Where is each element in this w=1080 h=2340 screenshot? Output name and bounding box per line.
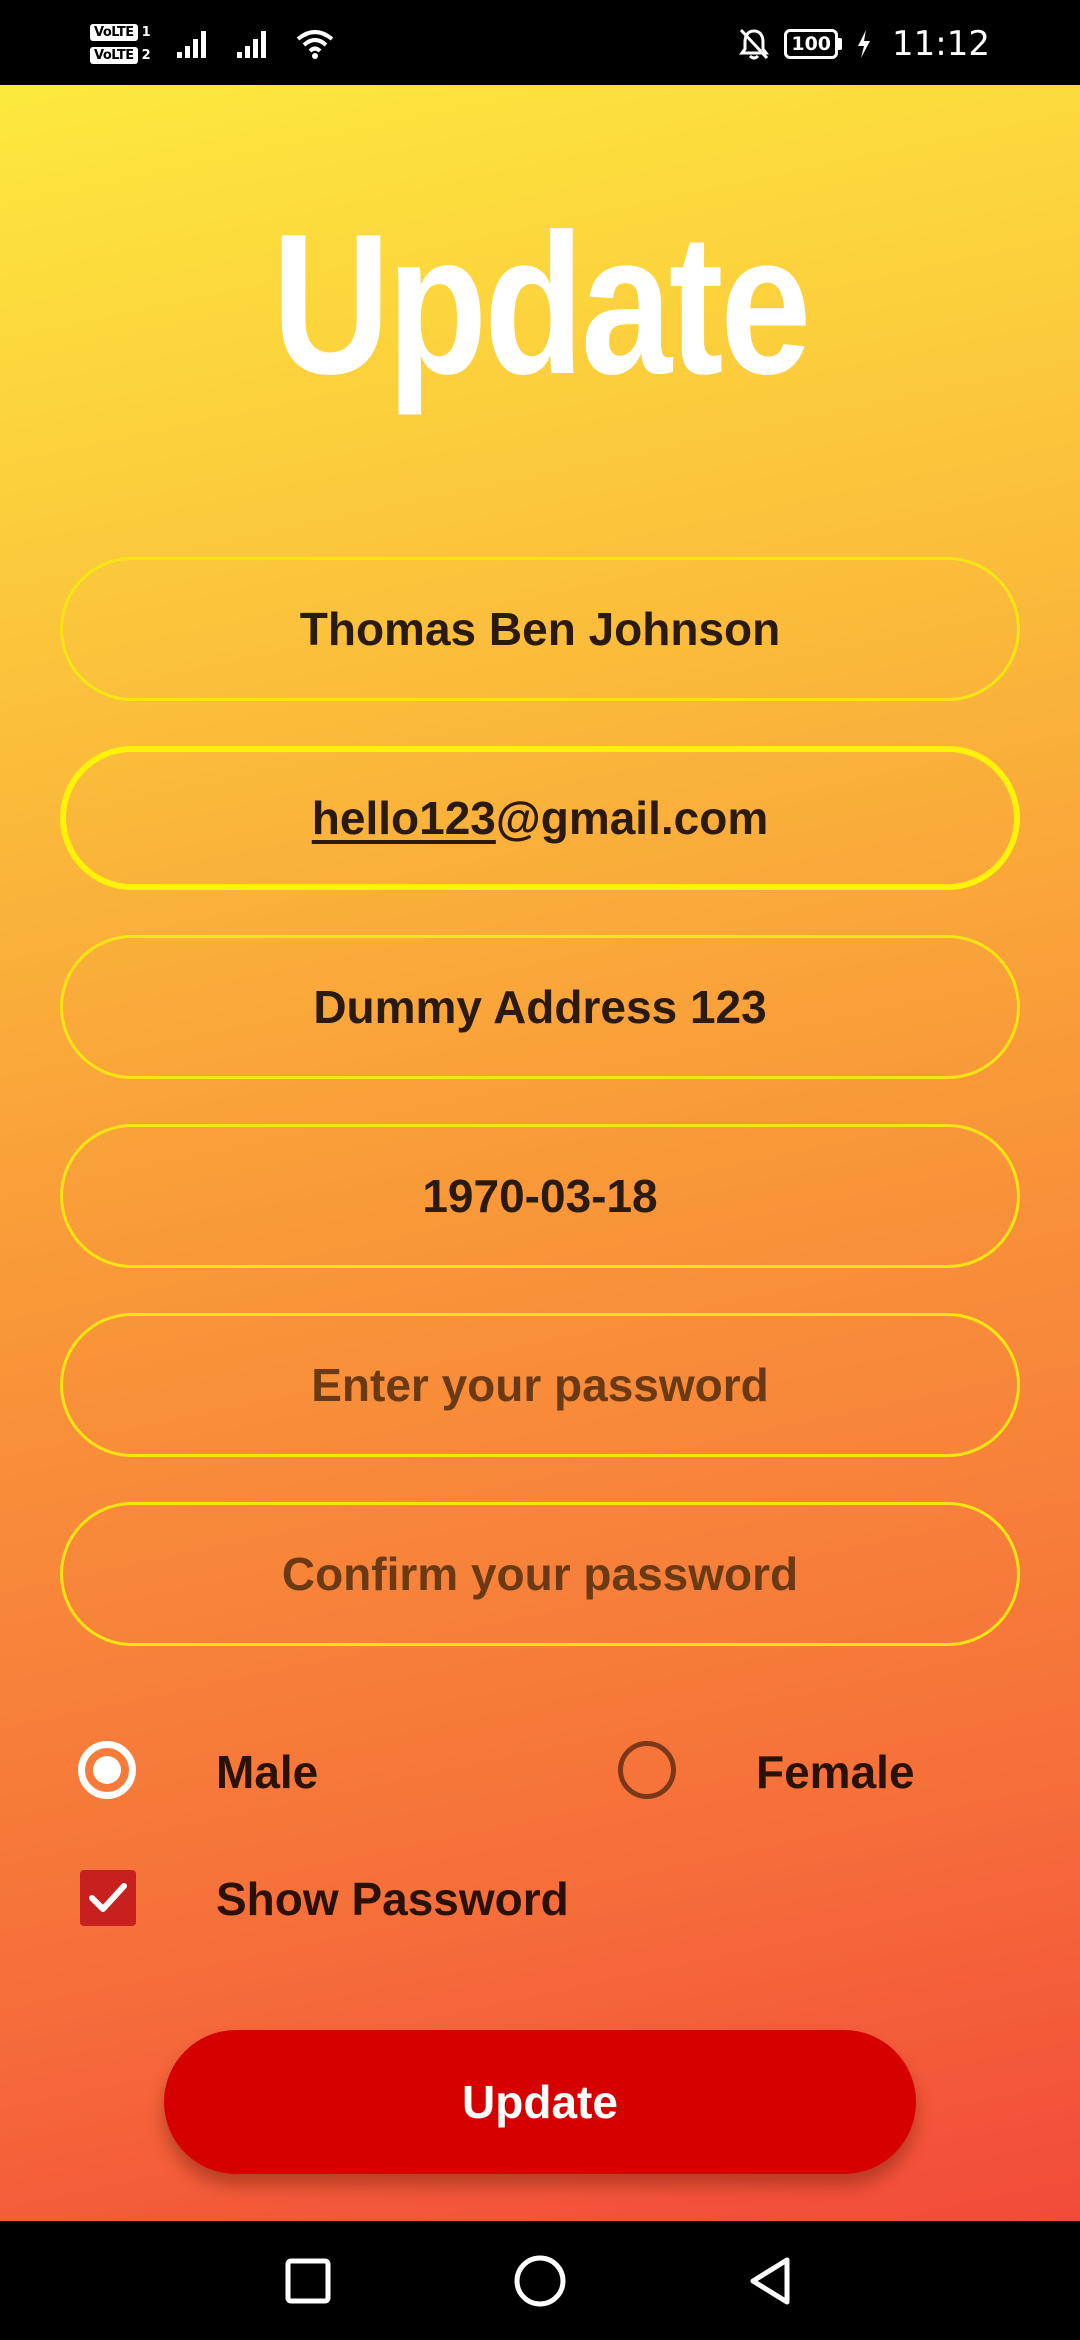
wifi-icon [296, 30, 333, 59]
recents-square-icon [285, 2258, 331, 2304]
recents-button[interactable] [276, 2249, 340, 2313]
battery-level: 100 [784, 29, 839, 59]
name-field[interactable]: Thomas Ben Johnson [60, 557, 1020, 701]
battery-icon: 100 [784, 29, 843, 59]
dob-value[interactable]: 1970-03-18 [422, 1169, 657, 1223]
page-title: Update [271, 193, 811, 416]
email-field[interactable]: hello123@gmail.com [60, 746, 1020, 890]
volte-badge: VoLTE [90, 47, 138, 64]
email-domain: @gmail.com [495, 792, 769, 844]
radio-male[interactable] [78, 1741, 136, 1799]
back-button[interactable] [738, 2249, 802, 2313]
volte-badge: VoLTE [90, 24, 138, 41]
email-value[interactable]: hello123@gmail.com [312, 791, 768, 845]
address-field[interactable]: Dummy Address 123 [60, 935, 1020, 1079]
confirm-password-input[interactable] [63, 1505, 1017, 1643]
volte-sim1: VoLTE 1 [90, 24, 151, 41]
password-field[interactable] [60, 1313, 1020, 1457]
confirm-password-field[interactable] [60, 1502, 1020, 1646]
address-value[interactable]: Dummy Address 123 [313, 980, 766, 1034]
status-left: VoLTE 1 VoLTE 2 [90, 14, 335, 74]
back-triangle-icon [750, 2257, 790, 2305]
signal-icon [236, 31, 266, 58]
battery-cap [838, 38, 843, 50]
radio-female[interactable] [618, 1741, 676, 1799]
gender-radio-group: Male Female [0, 1725, 1080, 1815]
sim-number: 2 [141, 48, 151, 63]
charging-icon [858, 30, 871, 58]
clock: 11:12 [892, 24, 990, 64]
volte-indicators: VoLTE 1 VoLTE 2 [90, 24, 151, 64]
volte-sim2: VoLTE 2 [90, 47, 151, 64]
radio-male-label[interactable]: Male [216, 1745, 318, 1799]
password-input[interactable] [63, 1316, 1017, 1454]
dob-field[interactable]: 1970-03-18 [60, 1124, 1020, 1268]
radio-female-label[interactable]: Female [756, 1745, 915, 1799]
checkmark-icon [89, 1883, 127, 1912]
home-button[interactable] [508, 2249, 572, 2313]
show-password-checkbox[interactable] [80, 1870, 136, 1926]
update-button[interactable]: Update [164, 2030, 916, 2174]
sim-number: 1 [141, 25, 151, 40]
home-circle-icon [514, 2255, 566, 2307]
status-right: 100 11:12 [738, 14, 990, 74]
show-password-label[interactable]: Show Password [216, 1872, 569, 1926]
status-bar: VoLTE 1 VoLTE 2 100 11:12 [0, 0, 1080, 85]
signal-icon [176, 31, 206, 58]
name-value[interactable]: Thomas Ben Johnson [300, 602, 780, 656]
update-screen: Update Thomas Ben Johnson hello123@gmail… [0, 85, 1080, 2221]
navigation-bar [0, 2221, 1080, 2340]
mute-notification-icon [739, 28, 770, 60]
email-user: hello123 [311, 792, 496, 844]
